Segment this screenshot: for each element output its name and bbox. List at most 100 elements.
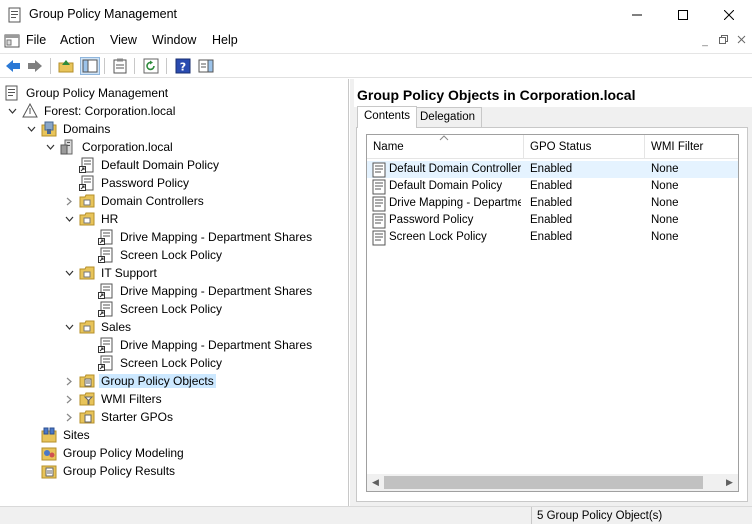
chevron-down-icon[interactable] — [62, 212, 76, 226]
status-bar: 5 Group Policy Object(s) — [0, 506, 752, 524]
list-row[interactable]: Default Domain Controller... Enabled Non… — [367, 161, 738, 178]
clipboard-icon — [113, 58, 127, 74]
list-row[interactable]: Password Policy Enabled None — [367, 212, 738, 229]
tree-item-hr-screen-lock[interactable]: Screen Lock Policy — [98, 246, 224, 264]
mmc-icon[interactable] — [4, 33, 20, 49]
chevron-down-icon[interactable] — [24, 122, 38, 136]
tree-item-forest[interactable]: Forest: Corporation.local — [5, 102, 177, 120]
scroll-right-icon[interactable]: ▶ — [721, 474, 738, 491]
gpo-link-icon — [98, 247, 114, 263]
up-one-level-button[interactable] — [56, 57, 76, 75]
tree-label: Drive Mapping - Department Shares — [120, 230, 313, 244]
sites-icon — [41, 427, 57, 443]
cell-wmi-filter: None — [651, 163, 679, 175]
cell-gpo-status: Enabled — [530, 163, 573, 175]
tree-item-hr[interactable]: HR — [62, 210, 120, 228]
cell-gpo-status: Enabled — [530, 197, 573, 209]
details-pane: Group Policy Objects in Corporation.loca… — [354, 79, 752, 506]
tree-label: IT Support — [101, 266, 157, 280]
menu-window[interactable]: Window — [152, 33, 196, 47]
tree-item-sales-screen-lock[interactable]: Screen Lock Policy — [98, 354, 224, 372]
chevron-down-icon[interactable] — [62, 266, 76, 280]
chevron-down-icon[interactable] — [5, 104, 19, 118]
help-book-icon: ? — [175, 58, 191, 74]
tree-item-group-policy-management[interactable]: Group Policy Management — [4, 84, 170, 102]
cell-name: Password Policy — [371, 212, 521, 229]
maximize-button[interactable] — [660, 0, 706, 30]
column-header-wmi-filter[interactable]: WMI Filter — [645, 135, 738, 159]
scroll-left-icon[interactable]: ◀ — [367, 474, 384, 491]
tree-item-it-screen-lock[interactable]: Screen Lock Policy — [98, 300, 224, 318]
column-header-gpo-status[interactable]: GPO Status — [524, 135, 645, 159]
gpo-list[interactable]: Name GPO Status WMI Filter Default Domai… — [366, 134, 739, 492]
show-hide-action-pane-button[interactable] — [196, 57, 216, 75]
tree-item-group-policy-modeling[interactable]: Group Policy Modeling — [41, 444, 186, 462]
tree-item-default-domain-policy[interactable]: Default Domain Policy — [79, 156, 221, 174]
chevron-right-icon[interactable] — [62, 392, 76, 406]
details-title: Group Policy Objects in Corporation.loca… — [357, 87, 636, 103]
tree-item-hr-drive-mapping[interactable]: Drive Mapping - Department Shares — [98, 228, 314, 246]
menu-help[interactable]: Help — [212, 33, 238, 47]
tree-item-wmi-filters[interactable]: WMI Filters — [62, 390, 164, 408]
toolbar-separator — [104, 58, 105, 74]
refresh-icon — [143, 58, 159, 74]
status-text: 5 Group Policy Object(s) — [531, 507, 662, 524]
minimize-button[interactable] — [614, 0, 660, 30]
mdi-minimize-icon[interactable]: _ — [697, 35, 713, 49]
ou-folder-icon — [79, 211, 95, 227]
tree-item-sales-drive-mapping[interactable]: Drive Mapping - Department Shares — [98, 336, 314, 354]
tree-label: Password Policy — [101, 176, 190, 190]
refresh-button[interactable] — [141, 57, 161, 75]
cell-name: Screen Lock Policy — [371, 229, 521, 246]
tree-item-domains[interactable]: Domains — [24, 120, 112, 138]
tree-item-domain-controllers[interactable]: Domain Controllers — [62, 192, 206, 210]
toolbar-separator — [134, 58, 135, 74]
tree-item-sites[interactable]: Sites — [41, 426, 92, 444]
tab-contents[interactable]: Contents — [357, 106, 418, 128]
tree-label: Starter GPOs — [101, 410, 174, 424]
tree-item-sales[interactable]: Sales — [62, 318, 133, 336]
modeling-icon — [41, 445, 57, 461]
help-button[interactable]: ? — [173, 57, 193, 75]
chevron-right-icon[interactable] — [62, 374, 76, 388]
gpo-link-icon — [98, 229, 114, 245]
gpo-container-folder-icon — [79, 373, 95, 389]
gpo-icon — [371, 230, 387, 246]
tree-item-corporation-local[interactable]: Corporation.local — [43, 138, 175, 156]
tree-item-it-drive-mapping[interactable]: Drive Mapping - Department Shares — [98, 282, 314, 300]
menu-file[interactable]: File — [26, 33, 46, 47]
chevron-right-icon[interactable] — [62, 410, 76, 424]
tab-delegation[interactable]: Delegation — [413, 107, 482, 127]
menu-action[interactable]: Action — [60, 33, 95, 47]
tree-item-it-support[interactable]: IT Support — [62, 264, 159, 282]
column-header-name[interactable]: Name — [367, 135, 524, 159]
mdi-restore-icon[interactable] — [715, 35, 731, 49]
console-tree: Group Policy Management Forest: Corporat… — [0, 79, 349, 506]
results-icon — [41, 463, 57, 479]
tree-item-password-policy[interactable]: Password Policy — [79, 174, 191, 192]
forward-button[interactable] — [25, 57, 45, 75]
menu-view[interactable]: View — [110, 33, 137, 47]
tree-item-group-policy-results[interactable]: Group Policy Results — [41, 462, 177, 480]
chevron-down-icon[interactable] — [62, 320, 76, 334]
properties-button[interactable] — [110, 57, 130, 75]
close-button[interactable] — [706, 0, 752, 30]
back-button[interactable] — [3, 57, 23, 75]
chevron-right-icon[interactable] — [62, 194, 76, 208]
details-header: Group Policy Objects in Corporation.loca… — [354, 79, 752, 107]
tree-item-group-policy-objects[interactable]: Group Policy Objects — [62, 372, 216, 390]
chevron-down-icon[interactable] — [43, 140, 57, 154]
tree-item-starter-gpos[interactable]: Starter GPOs — [62, 408, 175, 426]
tree-label: HR — [101, 212, 119, 226]
list-row[interactable]: Drive Mapping - Departme... Enabled None — [367, 195, 738, 212]
horizontal-scrollbar[interactable]: ◀ ▶ — [367, 474, 738, 491]
console-tree-icon — [82, 59, 98, 73]
gpo-icon — [371, 196, 387, 212]
cell-wmi-filter: None — [651, 197, 679, 209]
mdi-close-icon[interactable] — [733, 35, 749, 49]
scrollbar-thumb[interactable] — [384, 476, 703, 489]
show-hide-console-tree-button[interactable] — [80, 57, 100, 75]
list-row[interactable]: Default Domain Policy Enabled None — [367, 178, 738, 195]
list-row[interactable]: Screen Lock Policy Enabled None — [367, 229, 738, 246]
cell-gpo-status: Enabled — [530, 180, 573, 192]
